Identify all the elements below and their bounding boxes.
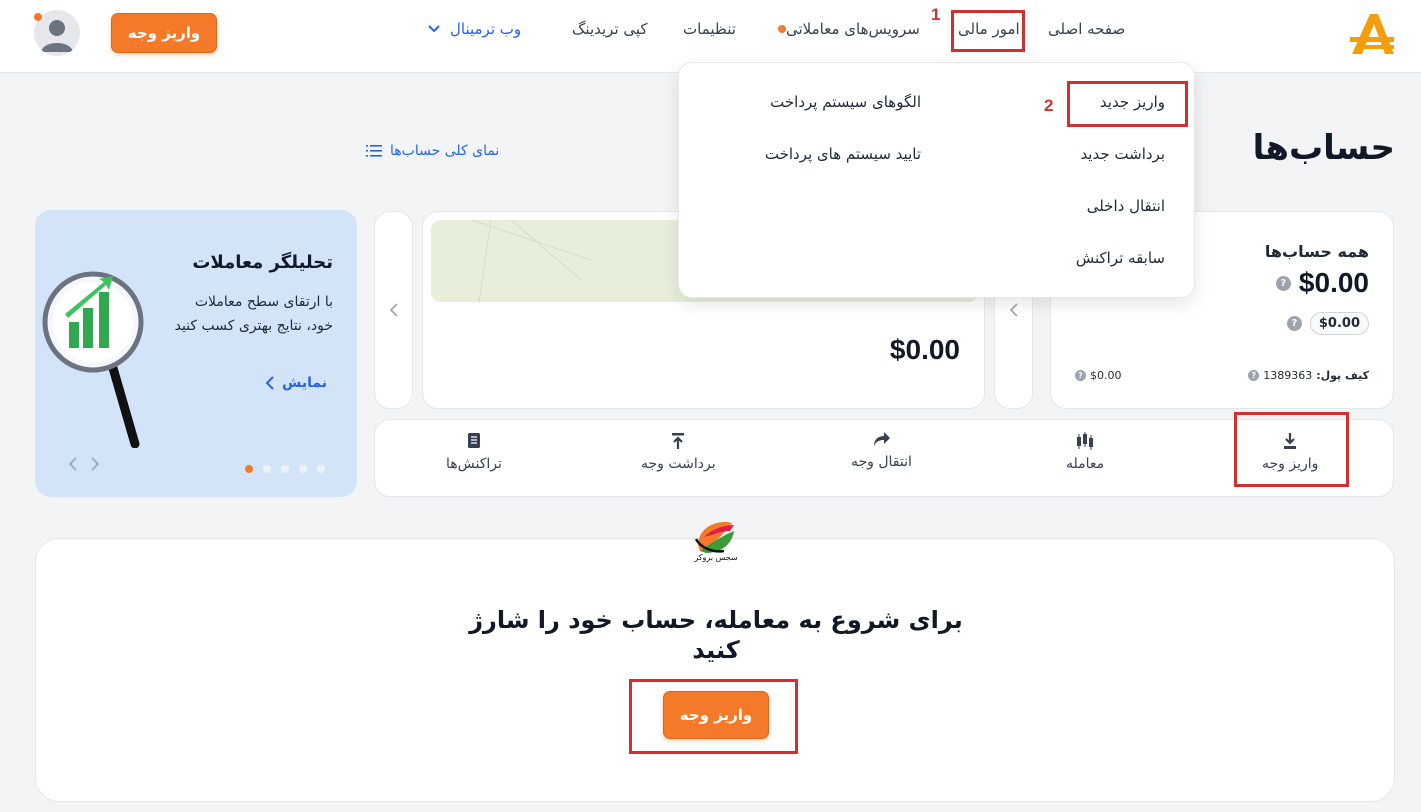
- document-icon: [467, 433, 480, 448]
- nav-settings[interactable]: تنظیمات: [683, 20, 736, 38]
- magnifier-chart-illustration: [41, 268, 151, 449]
- highlight-new-deposit: [1067, 81, 1188, 127]
- pagination-dot[interactable]: [281, 465, 289, 473]
- watermark-text: سجس بروکر: [694, 553, 738, 562]
- chevron-left-icon: [389, 303, 398, 317]
- pagination-dot[interactable]: [263, 465, 271, 473]
- action-withdraw-label: برداشت وجه: [641, 456, 716, 472]
- action-trade-label: معامله: [1066, 456, 1105, 472]
- help-icon[interactable]: ?: [1075, 370, 1086, 381]
- promo-body: با ارتقای سطح معاملات خود، نتایج بهتری ک…: [174, 294, 333, 334]
- header-deposit-button[interactable]: واریز وجه: [111, 13, 217, 53]
- total-balance-row: ? $0.00: [1275, 267, 1369, 299]
- candlestick-icon: [1077, 432, 1094, 450]
- carousel-prev-button[interactable]: [374, 211, 413, 409]
- all-accounts-title: همه حساب‌ها: [1264, 242, 1369, 261]
- promo-show-link[interactable]: نمایش: [266, 375, 327, 391]
- pagination-dot[interactable]: [299, 465, 307, 473]
- menu-item-payment-verification[interactable]: تایید سیستم های پرداخت: [765, 145, 921, 163]
- action-trade[interactable]: معامله: [1066, 432, 1104, 472]
- notification-dot: [778, 25, 786, 33]
- pagination-dot-active[interactable]: [245, 465, 253, 473]
- accounts-overview-link[interactable]: نمای کلی حساب‌ها: [366, 143, 499, 159]
- chevron-left-icon: [266, 376, 274, 390]
- cta-card: سجس بروکر برای شروع به معامله، حساب خود …: [35, 521, 1395, 802]
- pagination-dot[interactable]: [317, 465, 325, 473]
- help-icon[interactable]: ?: [1275, 275, 1291, 291]
- menu-item-transaction-history[interactable]: سابقه تراکنش: [1076, 249, 1165, 267]
- promo-card: تحلیلگر معاملات با ارتقای سطح معاملات خو…: [35, 210, 357, 497]
- nav-trading-services-label: سرویس‌های معاملاتی: [786, 20, 920, 38]
- highlight-cta-deposit: [629, 679, 798, 754]
- wallet-info: کیف پول: 1389363 ?: [1248, 369, 1369, 382]
- menu-item-payment-patterns[interactable]: الگوهای سیستم پرداخت: [770, 93, 921, 111]
- action-withdraw[interactable]: برداشت وجه: [641, 432, 716, 472]
- action-transfer[interactable]: انتقال وجه: [851, 432, 912, 470]
- wallet-balance-row: ? $0.00: [1075, 369, 1122, 382]
- upload-icon: [672, 433, 685, 449]
- wallet-balance: $0.00: [1090, 369, 1122, 382]
- promo-show-label: نمایش: [282, 375, 327, 391]
- wallet-id: 1389363: [1263, 369, 1313, 382]
- nav-copy-trading[interactable]: کپی تریدینگ: [572, 20, 648, 38]
- transfer-icon: [874, 432, 891, 446]
- nav-web-terminal-label: وب ترمینال: [450, 20, 522, 38]
- promo-title: تحلیلگر معاملات: [192, 252, 333, 273]
- chevron-left-icon: [1009, 303, 1018, 317]
- account-balance: $0.00: [889, 334, 960, 365]
- promo-nav: [69, 457, 99, 471]
- page-title: حساب‌ها: [1252, 128, 1395, 168]
- watermark-logo: سجس بروکر: [616, 513, 816, 573]
- sub-balance-row: ? $0.00: [1286, 312, 1369, 335]
- chevron-left-icon[interactable]: [69, 457, 77, 471]
- highlight-finance: [951, 10, 1025, 52]
- annotation-step-2: 2: [1044, 96, 1054, 115]
- brand-logo[interactable]: [1348, 10, 1396, 58]
- help-icon[interactable]: ?: [1286, 316, 1302, 331]
- promo-pagination: [245, 465, 325, 473]
- chevron-right-icon[interactable]: [91, 457, 99, 471]
- list-icon: [366, 145, 382, 157]
- nav-web-terminal[interactable]: وب ترمینال: [428, 20, 521, 38]
- action-transactions-label: تراکنش‌ها: [446, 456, 502, 472]
- annotation-step-1: 1: [931, 5, 941, 24]
- sub-balance-badge: $0.00: [1309, 312, 1369, 335]
- menu-item-new-withdraw[interactable]: برداشت جدید: [1080, 145, 1165, 163]
- cta-title: برای شروع به معامله، حساب خود را شارژ کن…: [469, 606, 963, 664]
- action-transactions[interactable]: تراکنش‌ها: [446, 432, 502, 472]
- help-icon[interactable]: ?: [1248, 370, 1260, 381]
- highlight-deposit-action: [1234, 412, 1349, 487]
- menu-item-internal-transfer[interactable]: انتقال داخلی: [1087, 197, 1165, 215]
- overview-label: نمای کلی حساب‌ها: [390, 143, 500, 159]
- avatar-notification-dot: [34, 13, 42, 21]
- wallet-label: کیف پول:: [1316, 369, 1369, 382]
- total-balance: $0.00: [1298, 267, 1369, 298]
- action-transfer-label: انتقال وجه: [851, 454, 912, 470]
- chevron-down-icon: [428, 25, 440, 33]
- nav-trading-services[interactable]: سرویس‌های معاملاتی: [770, 20, 920, 38]
- nav-home[interactable]: صفحه اصلی: [1048, 20, 1125, 38]
